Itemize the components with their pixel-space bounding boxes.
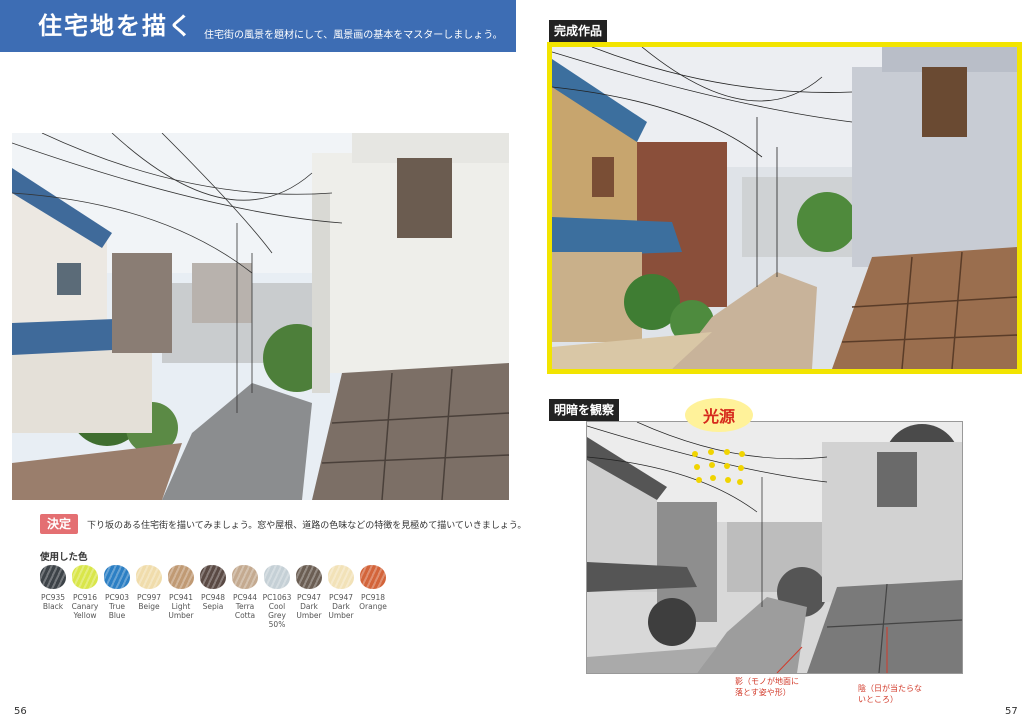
pencil-swatch-icon: [232, 565, 258, 589]
color-swatch: PC944 Terra Cotta: [230, 565, 260, 629]
page-title: 住宅地を描く: [38, 12, 194, 40]
color-swatch: PC935 Black: [38, 565, 68, 629]
swatch-name: Dark Umber: [328, 602, 354, 620]
reference-photo: [12, 133, 509, 500]
swatch-name: Cool Grey 50%: [268, 602, 286, 629]
decision-badge: 決定: [40, 514, 78, 534]
pencil-swatch-icon: [296, 565, 322, 589]
light-shade-photo: [586, 421, 963, 674]
color-swatch: PC947 Dark Umber: [294, 565, 324, 629]
color-swatch: PC948 Sepia: [198, 565, 228, 629]
swatch-name: Terra Cotta: [234, 602, 256, 620]
pencil-swatch-icon: [72, 565, 98, 589]
light-shade-label: 明暗を観察: [549, 399, 620, 421]
swatch-name: True Blue: [108, 602, 126, 620]
light-source-label: 光源: [702, 407, 735, 426]
swatch-code: PC947: [328, 593, 354, 602]
pencil-swatch-icon: [40, 565, 66, 589]
swatch-code: PC918: [360, 593, 386, 602]
pencil-swatch-icon: [136, 565, 162, 589]
shadow-annotation: 影（モノが地面に 落とす姿や形）: [735, 677, 799, 697]
pencil-swatch-icon: [104, 565, 130, 589]
swatch-name: Sepia: [202, 602, 224, 611]
color-swatch: PC1063 Cool Grey 50%: [262, 565, 292, 629]
decision-text: 下り坂のある住宅街を描いてみましょう。窓や屋根、道路の色味などの特徴を見極めて描…: [87, 521, 527, 531]
swatch-code: PC935: [40, 593, 66, 602]
swatch-code: PC947: [296, 593, 322, 602]
final-artwork-label: 完成作品: [549, 20, 608, 42]
swatch-name: Black: [42, 602, 64, 611]
swatch-code: PC997: [136, 593, 162, 602]
final-artwork-image: [552, 47, 1017, 369]
colors-used-heading: 使用した色: [40, 552, 88, 563]
pencil-swatch-icon: [360, 565, 386, 589]
pencil-swatch-icon: [168, 565, 194, 589]
page-subtitle: 住宅街の風景を題材にして、風景画の基本をマスターしましょう。: [204, 30, 503, 41]
page-number-left: 56: [14, 706, 27, 717]
swatch-code: PC903: [104, 593, 130, 602]
color-swatch-list: PC935 Black PC916 Canary Yellow PC903 True …: [38, 565, 388, 629]
swatch-name: Canary Yellow: [71, 602, 99, 620]
swatch-name: Beige: [138, 602, 160, 611]
swatch-code: PC916: [72, 593, 98, 602]
swatch-name: Light Umber: [168, 602, 194, 620]
color-swatch: PC997 Beige: [134, 565, 164, 629]
color-swatch: PC916 Canary Yellow: [70, 565, 100, 629]
swatch-code: PC1063: [262, 593, 292, 602]
pencil-swatch-icon: [328, 565, 354, 589]
pencil-swatch-icon: [200, 565, 226, 589]
pencil-swatch-icon: [264, 565, 290, 589]
color-swatch: PC941 Light Umber: [166, 565, 196, 629]
page-number-right: 57: [1005, 706, 1018, 717]
swatch-name: Orange: [359, 602, 387, 611]
color-swatch: PC947 Dark Umber: [326, 565, 356, 629]
swatch-code: PC941: [168, 593, 194, 602]
swatch-code: PC948: [200, 593, 226, 602]
color-swatch: PC918 Orange: [358, 565, 388, 629]
shade-annotation: 陰（日が当たらな いところ）: [858, 684, 922, 704]
swatch-name: Dark Umber: [296, 602, 322, 620]
color-swatch: PC903 True Blue: [102, 565, 132, 629]
swatch-code: PC944: [232, 593, 258, 602]
